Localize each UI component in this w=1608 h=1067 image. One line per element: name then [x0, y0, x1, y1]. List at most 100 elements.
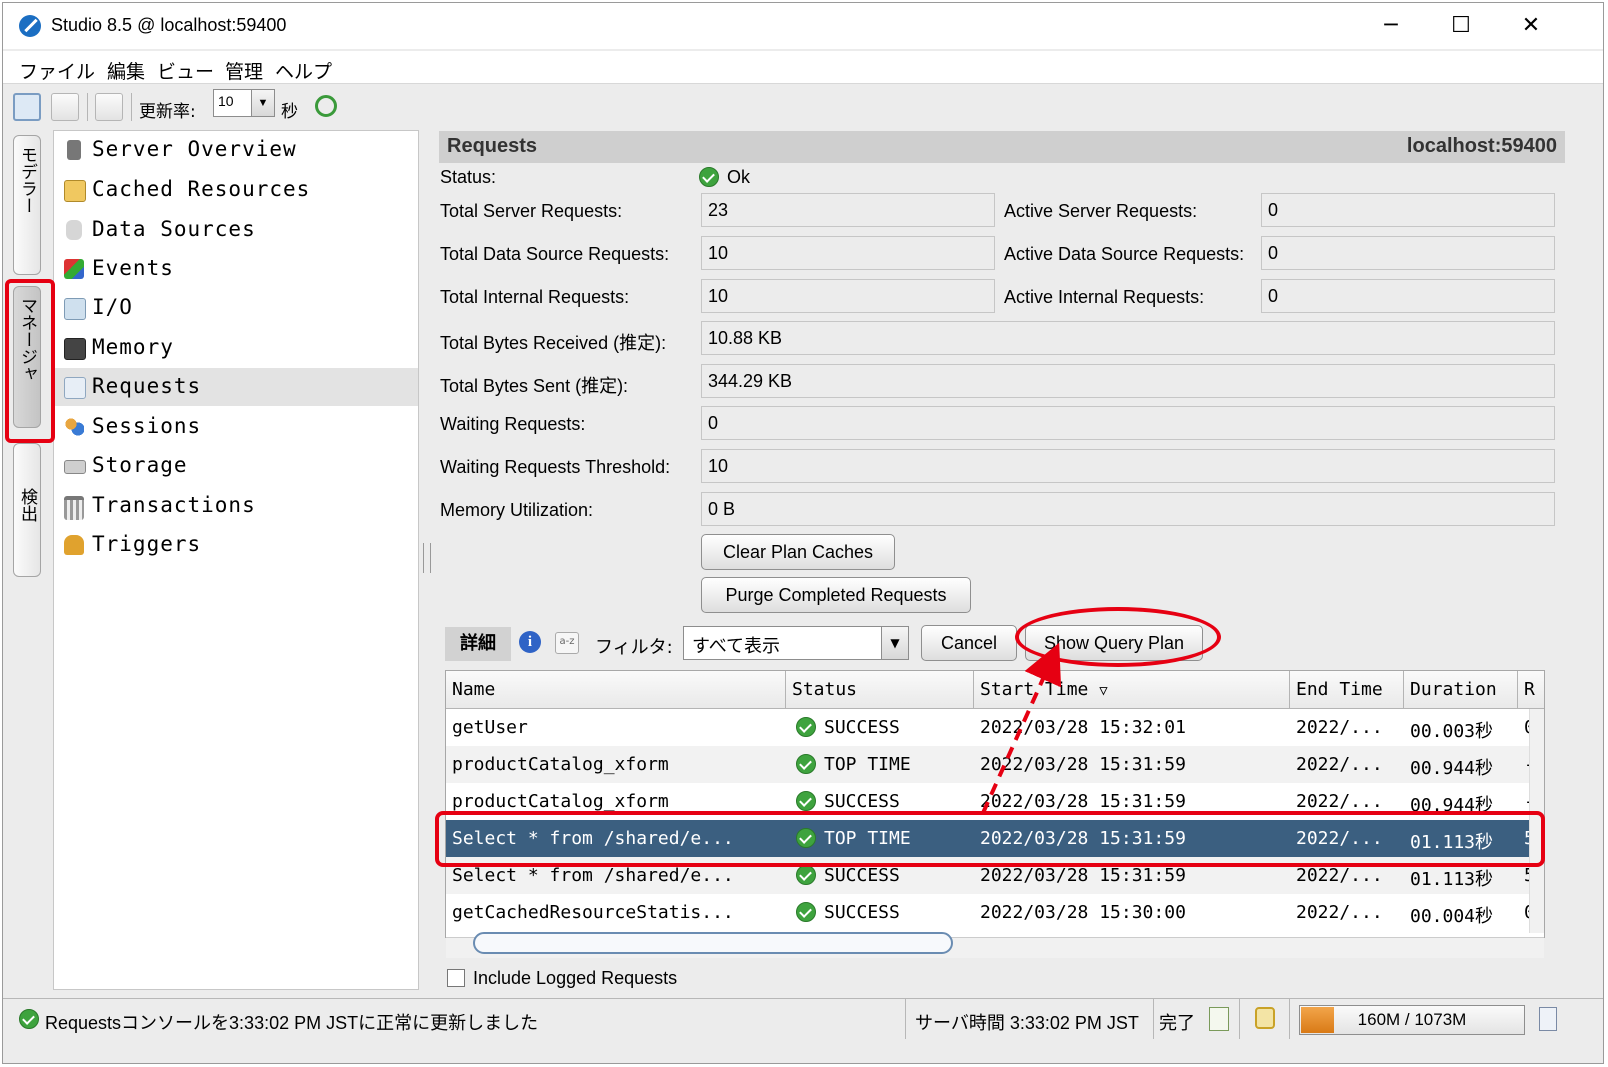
cell-duration: 00.004秒	[1410, 906, 1494, 927]
table-row[interactable]: getCachedResourceStatis... SUCCESS 2022/…	[446, 894, 1544, 931]
nav-item-data-sources[interactable]: Data Sources	[54, 211, 418, 249]
column-header-status[interactable]: Status	[786, 671, 974, 709]
manager-nav-list: Server Overview Cached Resources Data So…	[53, 130, 419, 990]
nav-item-transactions[interactable]: Transactions	[54, 487, 418, 525]
total-ds-requests-field: 10	[701, 236, 995, 270]
column-header-end-time[interactable]: End Time	[1290, 671, 1404, 709]
active-server-requests-field: 0	[1261, 193, 1555, 227]
panel-splitter[interactable]	[423, 543, 431, 573]
nav-item-memory[interactable]: Memory	[54, 329, 418, 367]
horizontal-scroll-thumb[interactable]	[473, 932, 953, 954]
app-window: Studio 8.5 @ localhost:59400 ─ ☐ ✕ ファイル …	[2, 2, 1604, 1064]
column-header-duration[interactable]: Duration	[1404, 671, 1518, 709]
active-ds-requests-label: Active Data Source Requests:	[1004, 244, 1245, 264]
events-icon	[64, 259, 84, 279]
filter-label: フィルタ:	[595, 637, 673, 658]
clear-plan-caches-button[interactable]: Clear Plan Caches	[701, 534, 895, 570]
filter-value: すべて表示	[692, 636, 781, 657]
memory-utilization-field: 0 B	[701, 492, 1555, 526]
lock-icon[interactable]	[1255, 1007, 1275, 1029]
total-server-requests-label: Total Server Requests:	[440, 201, 623, 221]
nav-item-events[interactable]: Events	[54, 250, 418, 288]
cell-status: SUCCESS	[824, 902, 900, 923]
nav-item-cached-resources[interactable]: Cached Resources	[54, 171, 418, 209]
status-separator	[1289, 999, 1290, 1039]
total-internal-requests-field: 10	[701, 279, 995, 313]
nav-item-sessions[interactable]: Sessions	[54, 408, 418, 446]
close-button[interactable]: ✕	[1508, 9, 1554, 43]
sort-az-icon[interactable]: a-z	[555, 632, 579, 654]
success-icon	[796, 754, 816, 774]
tab-details[interactable]: 詳細	[445, 627, 511, 661]
waiting-threshold-field: 10	[701, 449, 1555, 483]
tab-discovery[interactable]: 検出	[13, 443, 41, 577]
status-label: Status:	[440, 167, 497, 187]
column-header-name[interactable]: Name	[446, 671, 786, 709]
filter-select[interactable]: すべて表示 ▼	[683, 626, 909, 660]
column-header-r[interactable]: R	[1518, 671, 1544, 709]
cell-status: TOP TIME	[824, 754, 911, 775]
include-logged-checkbox[interactable]	[447, 969, 465, 987]
io-icon	[64, 298, 86, 320]
chevron-down-icon[interactable]: ▼	[251, 90, 274, 116]
refresh-rate-label: 更新率:	[139, 102, 196, 122]
refresh-rate-select[interactable]: 10 ▼	[213, 89, 275, 117]
include-logged-label: Include Logged Requests	[473, 968, 678, 988]
active-internal-requests-field: 0	[1261, 279, 1555, 313]
bytes-sent-field: 344.29 KB	[701, 364, 1555, 398]
purge-completed-requests-button[interactable]: Purge Completed Requests	[701, 577, 971, 613]
layout-single-button[interactable]	[13, 93, 41, 121]
cell-duration: 00.944秒	[1410, 758, 1494, 779]
history-button[interactable]	[95, 93, 123, 121]
server-icon	[67, 140, 81, 160]
transactions-icon	[64, 496, 84, 520]
memory-icon	[64, 338, 86, 360]
layout-split-button[interactable]	[51, 93, 79, 121]
refresh-icon[interactable]	[315, 95, 337, 117]
cell-start-time: 2022/03/28 15:30:00	[980, 902, 1186, 923]
annotation-highlight-manager-tab	[5, 279, 55, 443]
app-logo-icon	[19, 15, 41, 37]
tab-modeler[interactable]: モデラー	[13, 135, 41, 275]
gc-icon[interactable]	[1539, 1007, 1557, 1031]
memory-usage-bar[interactable]: 160M / 1073M	[1299, 1005, 1525, 1035]
maximize-button[interactable]: ☐	[1438, 9, 1484, 43]
nav-item-triggers[interactable]: Triggers	[54, 526, 418, 564]
total-internal-requests-label: Total Internal Requests:	[440, 287, 630, 307]
status-value: Ok	[727, 167, 751, 187]
host-label: localhost:59400	[1406, 135, 1557, 157]
memory-usage-text: 160M / 1073M	[1357, 1010, 1467, 1029]
sort-desc-icon: ▽	[1099, 683, 1108, 699]
minimize-button[interactable]: ─	[1368, 9, 1414, 43]
menu-help[interactable]: ヘルプ	[275, 57, 332, 84]
cell-status: SUCCESS	[824, 717, 900, 738]
toolbar-separator	[87, 93, 88, 121]
toolbar-separator	[131, 93, 132, 121]
nav-item-storage[interactable]: Storage	[54, 447, 418, 485]
bytes-sent-label: Total Bytes Sent (推定):	[440, 376, 629, 396]
memory-utilization-label: Memory Utilization:	[440, 500, 594, 520]
ok-icon	[19, 1009, 39, 1029]
refresh-rate-value: 10	[218, 93, 234, 109]
menu-admin[interactable]: 管理	[225, 57, 263, 84]
status-message: Requestsコンソールを3:33:02 PM JSTに正常に更新しました	[45, 1013, 539, 1033]
nav-item-io[interactable]: I/O	[54, 289, 418, 327]
waiting-requests-field: 0	[701, 406, 1555, 440]
sessions-icon	[64, 417, 84, 437]
cell-end-time: 2022/...	[1296, 717, 1383, 738]
info-icon[interactable]: i	[519, 631, 541, 653]
success-icon	[796, 865, 816, 885]
nav-item-server-overview[interactable]: Server Overview	[54, 131, 418, 169]
menu-file[interactable]: ファイル	[19, 57, 95, 84]
bytes-received-label: Total Bytes Received (推定):	[440, 333, 667, 353]
cell-end-time: 2022/...	[1296, 754, 1383, 775]
cell-duration: 00.003秒	[1410, 721, 1494, 742]
nav-item-requests[interactable]: Requests	[54, 368, 418, 406]
menu-view[interactable]: ビュー	[157, 57, 214, 84]
checklist-icon[interactable]	[1209, 1007, 1229, 1031]
cell-name: getCachedResourceStatis...	[452, 902, 734, 923]
menu-edit[interactable]: 編集	[107, 57, 145, 84]
cell-end-time: 2022/...	[1296, 902, 1383, 923]
cell-name: productCatalog_xform	[452, 754, 669, 775]
chevron-down-icon[interactable]: ▼	[881, 627, 908, 659]
